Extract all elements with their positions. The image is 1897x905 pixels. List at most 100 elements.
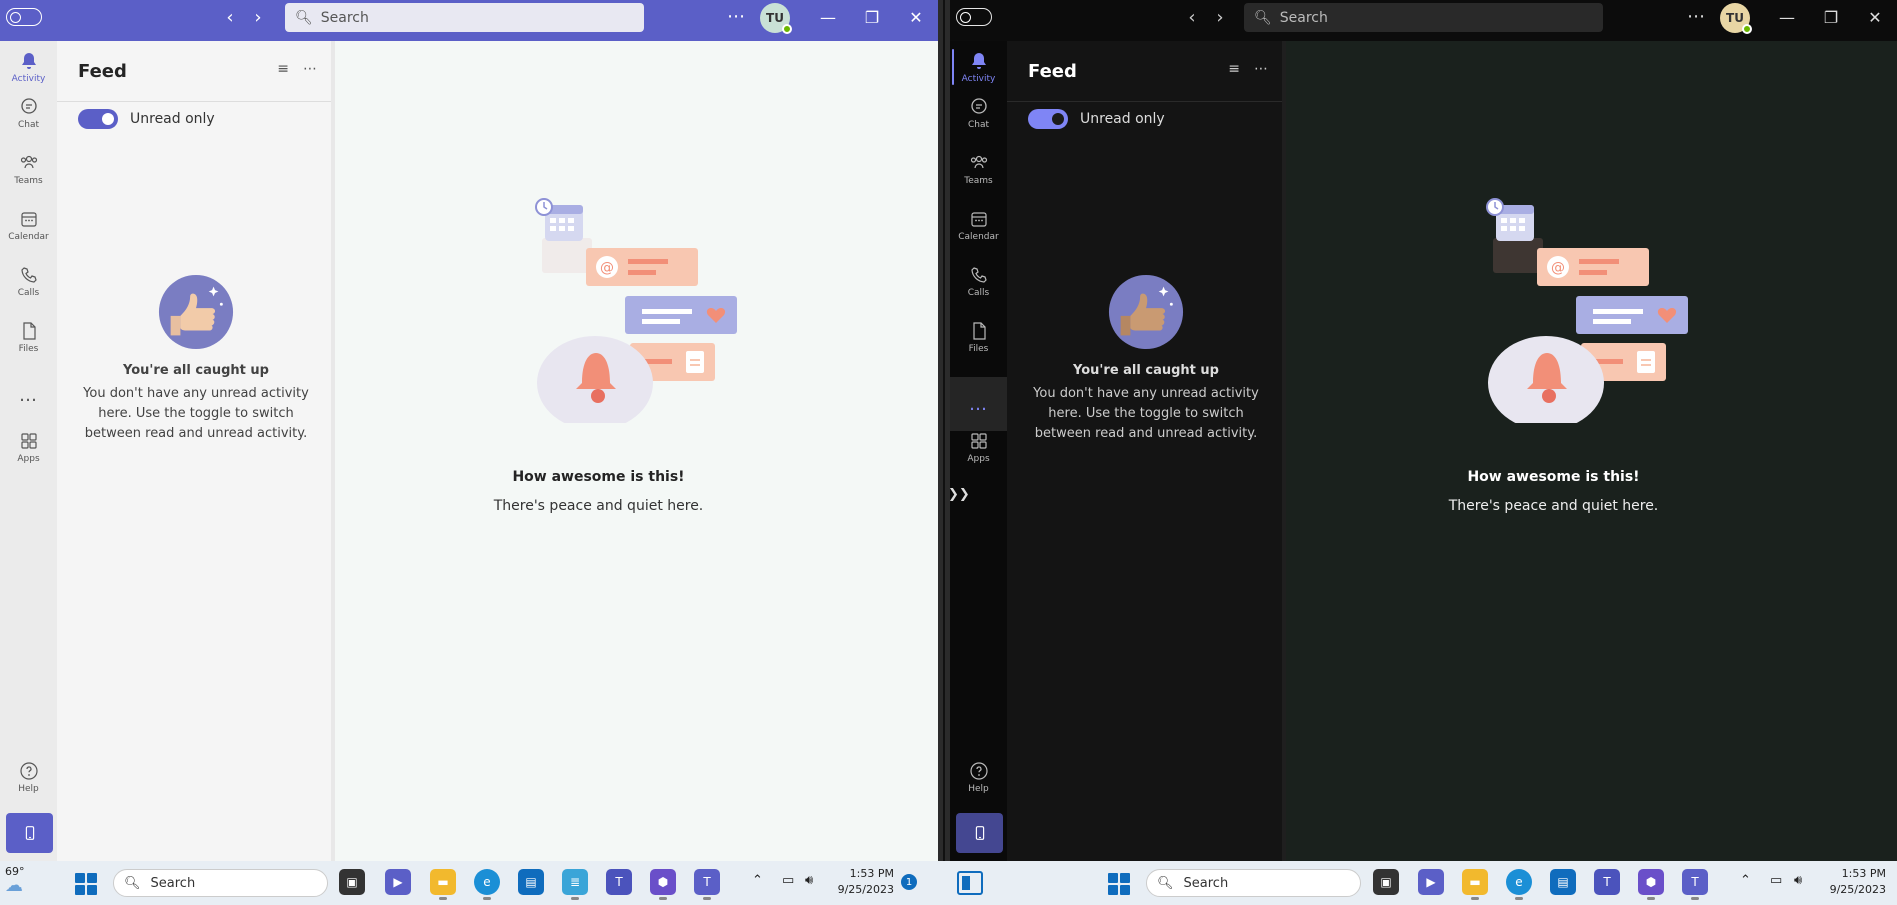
feed-title: Feed <box>78 60 127 82</box>
rail-item-files[interactable]: Files <box>950 311 1007 363</box>
system-clock[interactable]: 1:53 PM 9/25/2023 <box>836 866 894 898</box>
notifications-illustration: @ <box>1486 198 1688 423</box>
volume-icon[interactable]: 🔊︎ <box>805 873 813 888</box>
unread-only-toggle[interactable] <box>1028 109 1068 129</box>
avatar[interactable]: TU <box>1720 3 1752 34</box>
teams-new-icon[interactable]: T <box>606 869 632 895</box>
teams-classic-icon[interactable]: T <box>694 869 720 900</box>
teams-icon <box>20 155 37 168</box>
task-view-icon[interactable]: ▣ <box>339 869 365 895</box>
rail-item-help[interactable]: Help <box>0 751 57 803</box>
rail-item-teams[interactable]: Teams <box>950 143 1007 195</box>
rail-label: Calendar <box>958 231 999 242</box>
window-divider[interactable] <box>938 0 950 861</box>
file-explorer-icon[interactable]: ▬ <box>1462 869 1488 900</box>
volume-icon[interactable]: 🔊︎ <box>1794 873 1802 888</box>
rail-item-calls[interactable]: Calls <box>950 255 1007 307</box>
edge-browser-icon[interactable]: e <box>1506 869 1532 900</box>
store-icon[interactable]: ▤ <box>1550 869 1576 895</box>
clock-time: 1:53 PM <box>849 867 894 880</box>
clock-time: 1:53 PM <box>1841 867 1886 880</box>
search-input[interactable]: 🔍︎ Search <box>285 3 644 32</box>
help-icon <box>969 761 988 780</box>
taskbar-search[interactable]: 🔍︎ Search <box>1146 869 1361 897</box>
main-subtitle: There's peace and quiet here. <box>493 498 704 514</box>
video-call-icon[interactable]: ▶ <box>385 869 411 895</box>
rail-label: Chat <box>17 119 40 130</box>
rail-item-chat[interactable]: Chat <box>0 87 57 139</box>
windows-start-icon[interactable] <box>1108 873 1130 895</box>
weather-widget[interactable]: 69° ☁ <box>5 865 45 895</box>
rail-label: Activity <box>11 73 46 84</box>
taskbar-search[interactable]: 🔍︎ Search <box>113 869 328 897</box>
windows-start-icon[interactable] <box>75 873 97 895</box>
task-view-icon[interactable]: ▣ <box>1373 869 1399 895</box>
rail-item-calls[interactable]: Calls <box>0 255 57 307</box>
copilot-icon[interactable]: ⬢ <box>650 869 676 900</box>
rail-label: Calls <box>17 287 40 298</box>
filter-icon[interactable]: ≡ <box>277 61 289 77</box>
back-arrow-icon[interactable]: ‹ <box>222 7 238 28</box>
store-icon[interactable]: ▤ <box>518 869 544 895</box>
rail-item-apps[interactable]: Apps <box>950 421 1007 473</box>
rail-item-chat[interactable]: Chat <box>950 87 1007 139</box>
rail-item-files[interactable]: Files <box>0 311 57 363</box>
forward-arrow-icon[interactable]: › <box>1212 7 1228 28</box>
search-input[interactable]: 🔍︎ Search <box>1244 3 1603 32</box>
rail-item-apps[interactable]: Apps <box>0 421 57 473</box>
back-arrow-icon[interactable]: ‹ <box>1184 7 1200 28</box>
rail-label: Calendar <box>8 231 49 242</box>
file-explorer-icon[interactable]: ▬ <box>430 869 456 900</box>
chat-icon <box>970 97 987 114</box>
network-icon[interactable]: ▭ <box>1770 873 1782 888</box>
empty-state-description: You don't have any unread activity here.… <box>83 386 309 441</box>
close-icon[interactable]: ✕ <box>894 0 938 35</box>
more-icon[interactable]: ⋯ <box>1254 61 1268 77</box>
tray-chevron-icon[interactable]: ⌃ <box>1740 873 1751 888</box>
video-call-icon[interactable]: ▶ <box>1418 869 1444 895</box>
more-options-button[interactable]: ⋯ <box>727 6 746 27</box>
copilot-icon[interactable]: ⬢ <box>1638 869 1664 900</box>
minimize-icon[interactable]: — <box>806 0 850 35</box>
edge-browser-icon[interactable]: e <box>474 869 500 900</box>
rail-item-calendar[interactable]: Calendar <box>950 199 1007 251</box>
feed-title: Feed <box>1028 60 1077 82</box>
search-icon: 🔍︎ <box>295 9 313 26</box>
bell-icon <box>21 52 36 69</box>
system-clock[interactable]: 1:53 PM 9/25/2023 <box>1826 866 1886 898</box>
rail-item-calendar[interactable]: Calendar <box>0 199 57 251</box>
close-icon[interactable]: ✕ <box>1853 0 1897 35</box>
rail-item-activity[interactable]: Activity <box>0 41 57 93</box>
theme-toggle[interactable] <box>956 8 992 26</box>
restore-icon[interactable]: ❐ <box>850 0 894 35</box>
more-apps-button[interactable]: … <box>0 379 57 411</box>
avatar[interactable]: TU <box>760 3 792 34</box>
unread-only-toggle[interactable] <box>78 109 118 129</box>
theme-toggle[interactable] <box>6 8 42 26</box>
rail-item-help[interactable]: Help <box>950 751 1007 803</box>
more-icon[interactable]: ⋯ <box>303 61 317 77</box>
notepad-icon[interactable]: ≣ <box>562 869 588 900</box>
restore-icon[interactable]: ❐ <box>1809 0 1853 35</box>
apps-icon <box>20 432 37 449</box>
calendar-icon <box>970 211 987 227</box>
rail-item-teams[interactable]: Teams <box>0 143 57 195</box>
notification-badge[interactable]: 1 <box>901 874 917 890</box>
teams-window-light: ‹ › 🔍︎ Search ⋯ TU — ❐ ✕ Activity Chat T… <box>0 0 938 861</box>
thumbs-up-illustration <box>1108 274 1184 350</box>
network-icon[interactable]: ▭ <box>782 873 794 888</box>
rail-item-activity[interactable]: Activity <box>950 41 1007 93</box>
teams-window-dark: ‹ › 🔍︎ Search ⋯ TU — ❐ ✕ Activity Chat T… <box>950 0 1897 861</box>
teams-classic-icon[interactable]: T <box>1682 869 1708 900</box>
filter-icon[interactable]: ≡ <box>1228 61 1240 77</box>
widgets-icon[interactable] <box>957 871 983 895</box>
help-icon <box>19 761 38 780</box>
teams-new-icon[interactable]: T <box>1594 869 1620 895</box>
collapse-chevron-icon[interactable]: ❯❯ <box>950 487 970 509</box>
mobile-app-button[interactable] <box>6 813 53 853</box>
mobile-app-button[interactable] <box>956 813 1003 853</box>
tray-chevron-icon[interactable]: ⌃ <box>752 873 763 888</box>
minimize-icon[interactable]: — <box>1765 0 1809 35</box>
more-options-button[interactable]: ⋯ <box>1687 6 1706 27</box>
forward-arrow-icon[interactable]: › <box>250 7 266 28</box>
